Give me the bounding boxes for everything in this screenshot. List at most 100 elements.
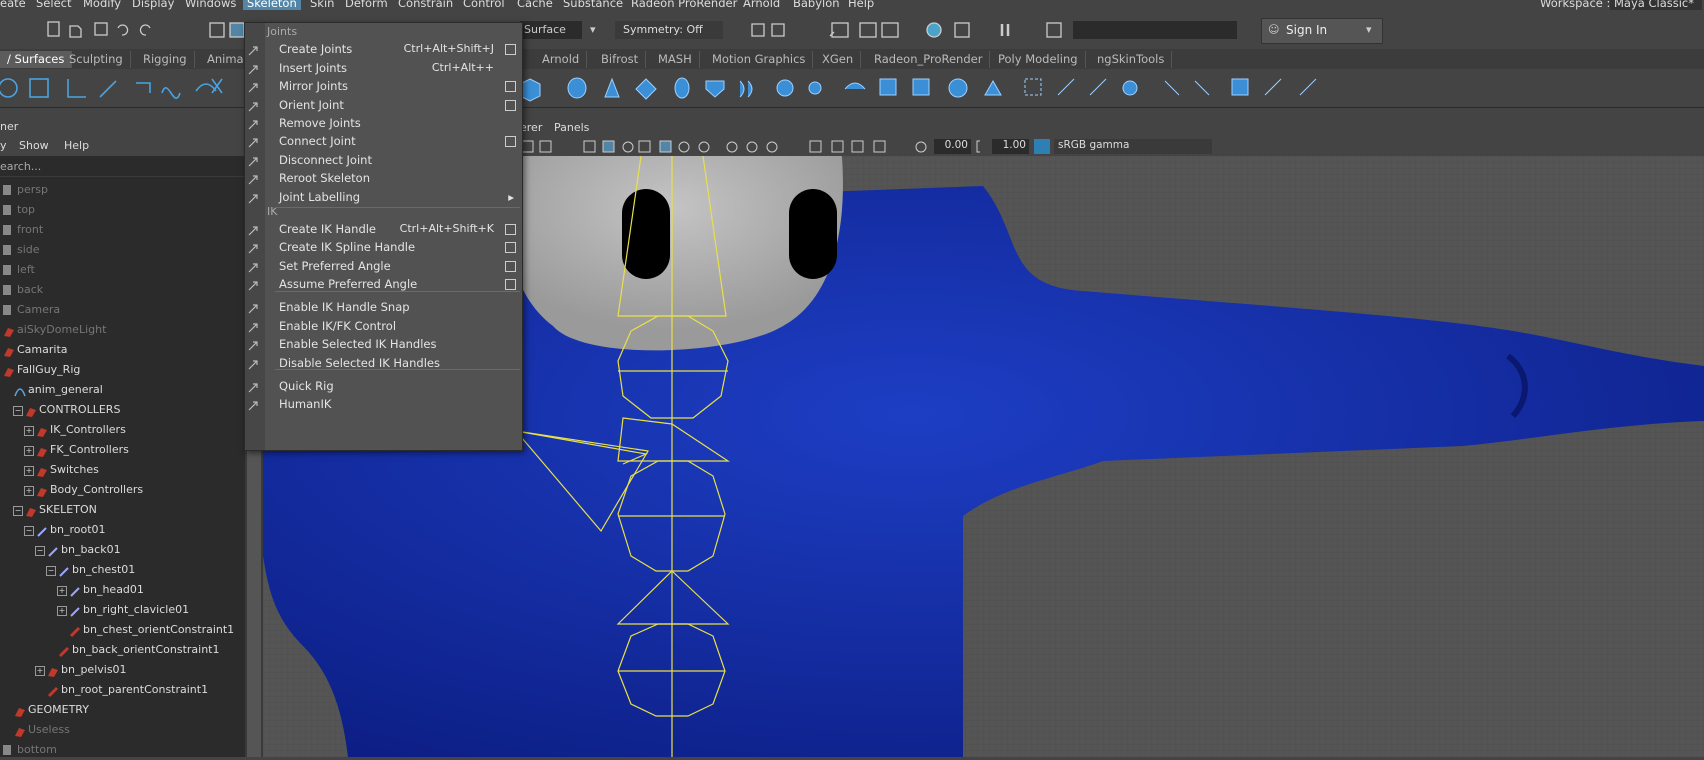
outliner-row[interactable]: − bn_chest01 [0,560,245,580]
menu-item-enable-ik-fk-control[interactable]: Enable IK/FK Control [245,316,522,336]
colorspace-dropdown[interactable]: sRGB gamma [1054,139,1212,154]
expand-icon[interactable]: + [24,466,34,476]
menu-item-create-ik-spline-handle[interactable]: Create IK Spline Handle [245,237,522,257]
viewport-value-field-2[interactable]: 1.00 [992,139,1029,154]
menu-item-orient-joint[interactable]: Orient Joint [245,95,522,115]
menu-item-create-joints[interactable]: Create Joints Ctrl+Alt+Shift+J [245,39,522,59]
outliner-row[interactable]: bn_chest_orientConstraint1 [0,620,245,640]
menu-deform[interactable]: Deform [345,0,388,10]
outliner-menu-show[interactable]: Show [19,139,49,152]
menu-arnold[interactable]: Arnold [743,0,780,10]
menu-item-quick-rig[interactable]: Quick Rig [245,376,522,396]
menu-item-disconnect-joint[interactable]: Disconnect Joint [245,150,522,170]
option-box-icon[interactable] [505,136,516,147]
chevron-down-icon[interactable]: ▾ [590,21,596,39]
tab-poly-modeling[interactable]: Poly Modeling [991,51,1086,68]
menu-item-joint-labelling[interactable]: Joint Labelling ▸ [245,187,522,207]
outliner-row[interactable]: top [0,200,245,220]
menu-radeon-prorender[interactable]: Radeon ProRender [631,0,737,10]
outliner-row[interactable]: persp [0,180,245,200]
menu-cache[interactable]: Cache [517,0,553,10]
outliner-row[interactable]: Camarita [0,340,245,360]
menu-display[interactable]: Display [132,0,174,10]
outliner-row[interactable]: Useless [0,720,245,740]
collapse-icon[interactable]: − [35,546,45,556]
tab-motion-graphics[interactable]: Motion Graphics [705,51,814,68]
viewport-value-field-1[interactable]: 0.00 [934,139,971,154]
menu-babylon[interactable]: Babylon [793,0,840,10]
menu-item-set-preferred-angle[interactable]: Set Preferred Angle [245,256,522,276]
outliner-row[interactable]: side [0,240,245,260]
symmetry-dropdown[interactable]: Symmetry: Off [615,21,723,39]
expand-icon[interactable]: + [24,426,34,436]
workspace-selector[interactable]: Maya Classic* [1610,0,1702,10]
tab-rigging[interactable]: Rigging [136,51,195,68]
menu-item-reroot-skeleton[interactable]: Reroot Skeleton [245,168,522,188]
sign-in-button[interactable]: ☺ Sign In ▾ [1261,18,1383,44]
outliner-row[interactable]: bn_root_parentConstraint1 [0,680,245,700]
outliner-row[interactable]: + Body_Controllers [0,480,245,500]
menu-create[interactable]: eate [0,0,26,10]
option-box-icon[interactable] [505,44,516,55]
menu-help[interactable]: Help [848,0,874,10]
menu-windows[interactable]: Windows [185,0,236,10]
expand-icon[interactable]: + [57,606,67,616]
viewport-toolbar-icons[interactable] [480,138,980,156]
menu-select[interactable]: Select [36,0,71,10]
tab-mash[interactable]: MASH [651,51,700,68]
menu-skeleton[interactable]: Skeleton [243,0,301,10]
tab-radeon-prorender[interactable]: Radeon_ProRender [867,51,991,68]
outliner-row[interactable]: + bn_head01 [0,580,245,600]
outliner-row[interactable]: + bn_pelvis01 [0,660,245,680]
collapse-icon[interactable]: − [13,506,23,516]
menu-item-enable-ik-handle-snap[interactable]: Enable IK Handle Snap [245,297,522,317]
outliner-row[interactable]: − CONTROLLERS [0,400,245,420]
outliner-row[interactable]: aiSkyDomeLight [0,320,245,340]
option-box-icon[interactable] [505,224,516,235]
outliner-row[interactable]: + Switches [0,460,245,480]
outliner-row[interactable]: Camera [0,300,245,320]
menu-item-mirror-joints[interactable]: Mirror Joints [245,76,522,96]
menu-item-create-ik-handle[interactable]: Create IK Handle Ctrl+Alt+Shift+K [245,219,522,239]
menu-item-humanik[interactable]: HumanIK [245,394,522,414]
outliner-row[interactable]: bn_back_orientConstraint1 [0,640,245,660]
menu-item-insert-joints[interactable]: Insert Joints Ctrl+Alt++ [245,58,522,78]
outliner-row[interactable]: GEOMETRY [0,700,245,720]
menu-item-remove-joints[interactable]: Remove Joints [245,113,522,133]
tab-arnold[interactable]: Arnold [535,51,588,68]
surface-field[interactable]: Surface [520,21,582,39]
viewport-menu-renderer[interactable]: erer [520,121,542,134]
tab-xgen[interactable]: XGen [815,51,862,68]
tab-bifrost[interactable]: Bifrost [594,51,647,68]
option-box-icon[interactable] [505,261,516,272]
outliner-row[interactable]: − bn_root01 [0,520,245,540]
viewport-menu-panels[interactable]: Panels [554,121,589,134]
search-field[interactable] [1073,21,1237,39]
outliner-row[interactable]: back [0,280,245,300]
tab-sculpting[interactable]: Sculpting [62,51,131,68]
outliner-row[interactable]: + FK_Controllers [0,440,245,460]
menu-constrain[interactable]: Constrain [398,0,453,10]
expand-icon[interactable]: + [35,666,45,676]
menu-item-disable-selected-ik-handles[interactable]: Disable Selected IK Handles [245,353,522,373]
expand-icon[interactable]: + [24,446,34,456]
outliner-menu-display[interactable]: y [0,139,7,152]
menu-item-connect-joint[interactable]: Connect Joint [245,131,522,151]
outliner-row[interactable]: − SKELETON [0,500,245,520]
menu-item-enable-selected-ik-handles[interactable]: Enable Selected IK Handles [245,334,522,354]
outliner-row[interactable]: − bn_back01 [0,540,245,560]
collapse-icon[interactable]: − [24,526,34,536]
outliner-row[interactable]: anim_general [0,380,245,400]
outliner-row[interactable]: + bn_right_clavicle01 [0,600,245,620]
outliner-row[interactable]: FallGuy_Rig [0,360,245,380]
tab-ngskintools[interactable]: ngSkinTools [1090,51,1173,68]
expand-icon[interactable]: + [57,586,67,596]
collapse-icon[interactable]: − [46,566,56,576]
expand-icon[interactable]: + [24,486,34,496]
outliner-menu-help[interactable]: Help [64,139,89,152]
outliner-row[interactable]: + IK_Controllers [0,420,245,440]
menu-modify[interactable]: Modify [83,0,121,10]
outliner-row[interactable]: front [0,220,245,240]
outliner-search-input[interactable]: earch... [0,158,245,177]
option-box-icon[interactable] [505,100,516,111]
